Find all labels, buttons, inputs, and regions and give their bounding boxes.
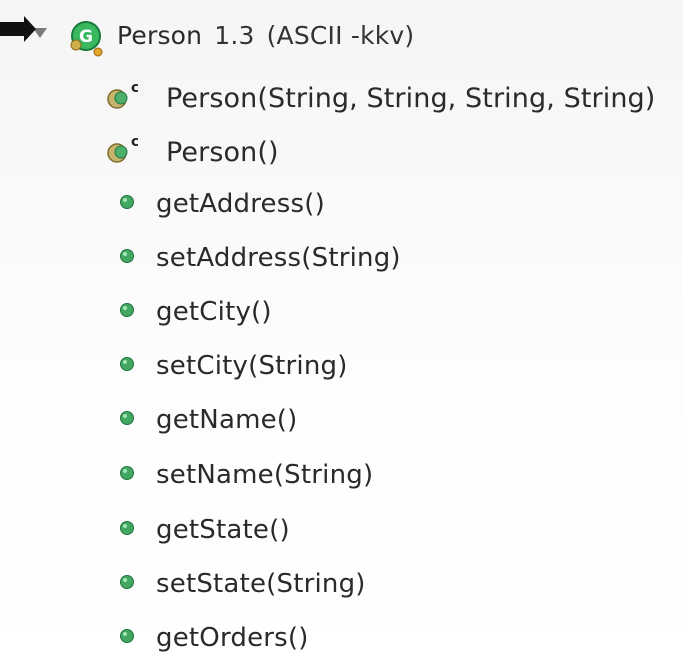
outline-row[interactable]: c Person(String, String, String, String) xyxy=(0,70,683,126)
outline-row[interactable]: setName(String) xyxy=(0,448,683,504)
outline-row[interactable]: setAddress(String) xyxy=(0,231,683,287)
class-row[interactable]: G Person 1.3 (ASCII -kkv) xyxy=(0,12,683,68)
constructor-label: Person(String, String, String, String) xyxy=(166,83,656,114)
outline-row[interactable]: getCity() xyxy=(0,285,683,341)
method-label: setAddress(String) xyxy=(156,243,401,273)
class-author: (ASCII -kkv) xyxy=(266,21,415,50)
method-icon xyxy=(120,629,134,643)
constructor-label: Person() xyxy=(166,137,279,168)
method-icon xyxy=(120,466,134,480)
pointer-arrow-icon xyxy=(0,16,36,42)
method-label: setCity(String) xyxy=(156,351,348,381)
constructor-badge: c xyxy=(131,80,138,96)
method-icon xyxy=(120,303,134,317)
method-icon xyxy=(120,249,134,263)
method-label: setName(String) xyxy=(156,460,374,490)
method-label: getAddress() xyxy=(156,189,325,219)
class-name: Person xyxy=(117,21,203,50)
method-label: getState() xyxy=(156,515,290,545)
outline-row[interactable]: getOrders() xyxy=(0,611,683,667)
method-label: getCity() xyxy=(156,297,272,327)
method-icon xyxy=(120,575,134,589)
constructor-badge: c xyxy=(131,134,138,150)
class-version: 1.3 xyxy=(214,21,255,50)
class-icon: G xyxy=(70,21,103,57)
method-icon xyxy=(120,411,134,425)
outline-row[interactable]: getName() xyxy=(0,393,683,449)
outline-screenshot: G Person 1.3 (ASCII -kkv) c Person(String,… xyxy=(0,0,683,671)
method-icon xyxy=(120,195,134,209)
method-label: getOrders() xyxy=(156,623,309,653)
method-icon xyxy=(120,521,134,535)
constructor-icon: c xyxy=(107,80,138,109)
method-label: setState(String) xyxy=(156,569,366,599)
outline-row[interactable]: c Person() xyxy=(0,124,683,180)
constructor-icon: c xyxy=(107,134,138,163)
outline-row[interactable]: setCity(String) xyxy=(0,339,683,395)
outline-tree: G Person 1.3 (ASCII -kkv) c Person(String,… xyxy=(0,0,683,671)
outline-row[interactable]: setState(String) xyxy=(0,557,683,613)
class-label: Person 1.3 (ASCII -kkv) xyxy=(117,20,414,52)
outline-row[interactable]: getAddress() xyxy=(0,177,683,233)
outline-row[interactable]: getState() xyxy=(0,503,683,559)
method-icon xyxy=(120,357,134,371)
method-label: getName() xyxy=(156,405,298,435)
